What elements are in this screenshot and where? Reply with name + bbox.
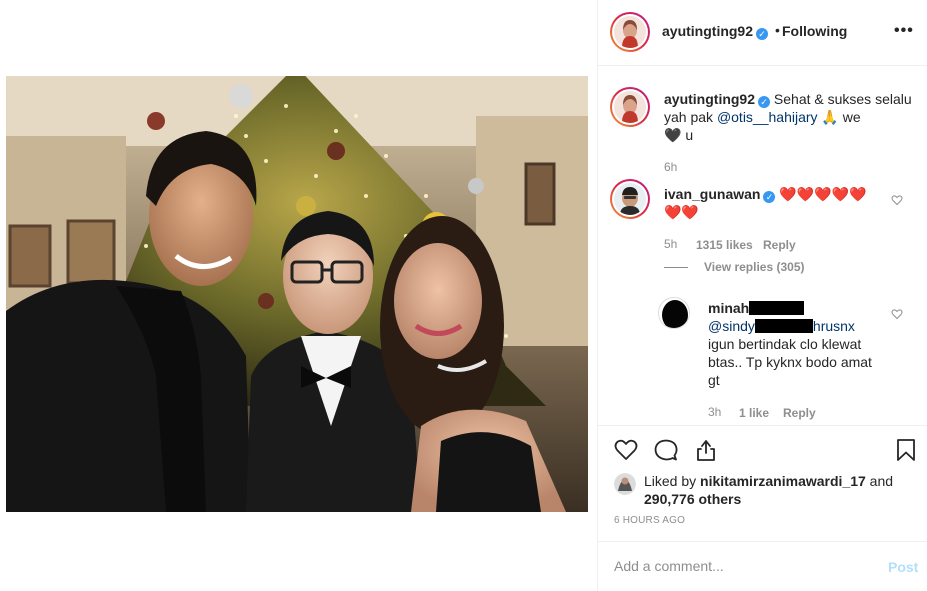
more-options-icon[interactable]: ••• [894,22,914,40]
redaction-bar [754,319,813,333]
liker-avatar[interactable] [614,473,636,495]
reply-reply-button[interactable]: Reply [783,406,816,420]
caption-time[interactable]: 6h [664,160,677,174]
caption-body-2: 🙏 we [817,109,861,125]
post-actions: Liked by nikitamirzanimawardi_17 and 290… [598,425,927,545]
reply-like-heart-icon[interactable] [891,308,903,320]
author-avatar-image [614,16,646,48]
liked-by-others[interactable]: 290,776 others [644,491,741,507]
reply-body: igun bertindak clo klewat btas.. Tp kykn… [708,336,872,388]
comment-time[interactable]: 5h [664,237,677,251]
comment-body: ❤️❤️❤️❤️❤️ [779,186,867,202]
comment-likes[interactable]: 1315 likes [696,238,753,252]
author-avatar[interactable] [610,12,650,52]
caption-username[interactable]: ayutingting92 [664,91,755,107]
view-replies-line [664,267,688,268]
comment-text: ivan_gunawan ✓ ❤️❤️❤️❤️❤️ ❤️❤️ [664,185,900,221]
separator-dot: • [775,22,780,38]
like-heart-icon[interactable] [614,438,638,462]
reply-avatar[interactable] [658,297,690,329]
post-photo-illustration [6,76,588,512]
caption-mention[interactable]: @otis__hahijary [717,109,818,125]
post-photo[interactable] [6,76,588,512]
share-icon[interactable] [694,438,718,462]
comment-like-heart-icon[interactable] [891,194,903,206]
post-side-panel: ayutingting92 ✓ • Following ••• ayutingti… [597,0,927,591]
reply-avatar-image [659,298,689,328]
bookmark-icon[interactable] [894,438,918,462]
caption-avatar-image [614,91,646,123]
comment-avatar-image [614,183,646,215]
verified-badge-icon: ✓ [758,96,771,108]
comment-bubble-icon[interactable] [654,438,678,462]
caption-body-3: 🖤 u [664,127,694,143]
comment-username[interactable]: ivan_gunawan [664,186,760,202]
reply-mention[interactable]: @sindy hrusnx [708,318,855,334]
comment-avatar[interactable] [610,179,650,219]
reply-text: minah @sindy hrusnx igun bertindak clo kl… [708,299,886,389]
comment-reply-button[interactable]: Reply [763,238,796,252]
caption-avatar[interactable] [610,87,650,127]
reply-likes[interactable]: 1 like [739,406,769,420]
media-pane [0,0,597,591]
verified-badge-icon: ✓ [756,28,769,40]
caption-text: ayutingting92 ✓ Sehat & sukses selalu yah… [664,90,914,144]
comments-section: ayutingting92 ✓ Sehat & sukses selalu yah… [598,67,927,425]
verified-badge-icon: ✓ [763,191,776,203]
comment-body-2: ❤️❤️ [664,204,699,220]
redaction-bar [749,301,805,315]
following-button[interactable]: Following [782,23,847,39]
post-header: ayutingting92 ✓ • Following ••• [598,0,927,66]
post-comment-button[interactable]: Post [888,559,918,575]
add-comment-bar: Post [598,541,927,591]
liker-avatar-image [614,473,636,495]
post-timestamp[interactable]: 6 HOURS AGO [614,515,685,526]
view-replies-button[interactable]: View replies (305) [704,260,805,274]
author-username[interactable]: ayutingting92 ✓ [662,23,769,40]
liked-by-user[interactable]: nikitamirzanimawardi_17 [700,473,866,489]
liked-by-text: Liked by nikitamirzanimawardi_17 and 290… [644,473,894,507]
reply-username[interactable]: minah [708,300,805,316]
comment-input[interactable] [614,556,864,576]
reply-time[interactable]: 3h [708,405,721,419]
